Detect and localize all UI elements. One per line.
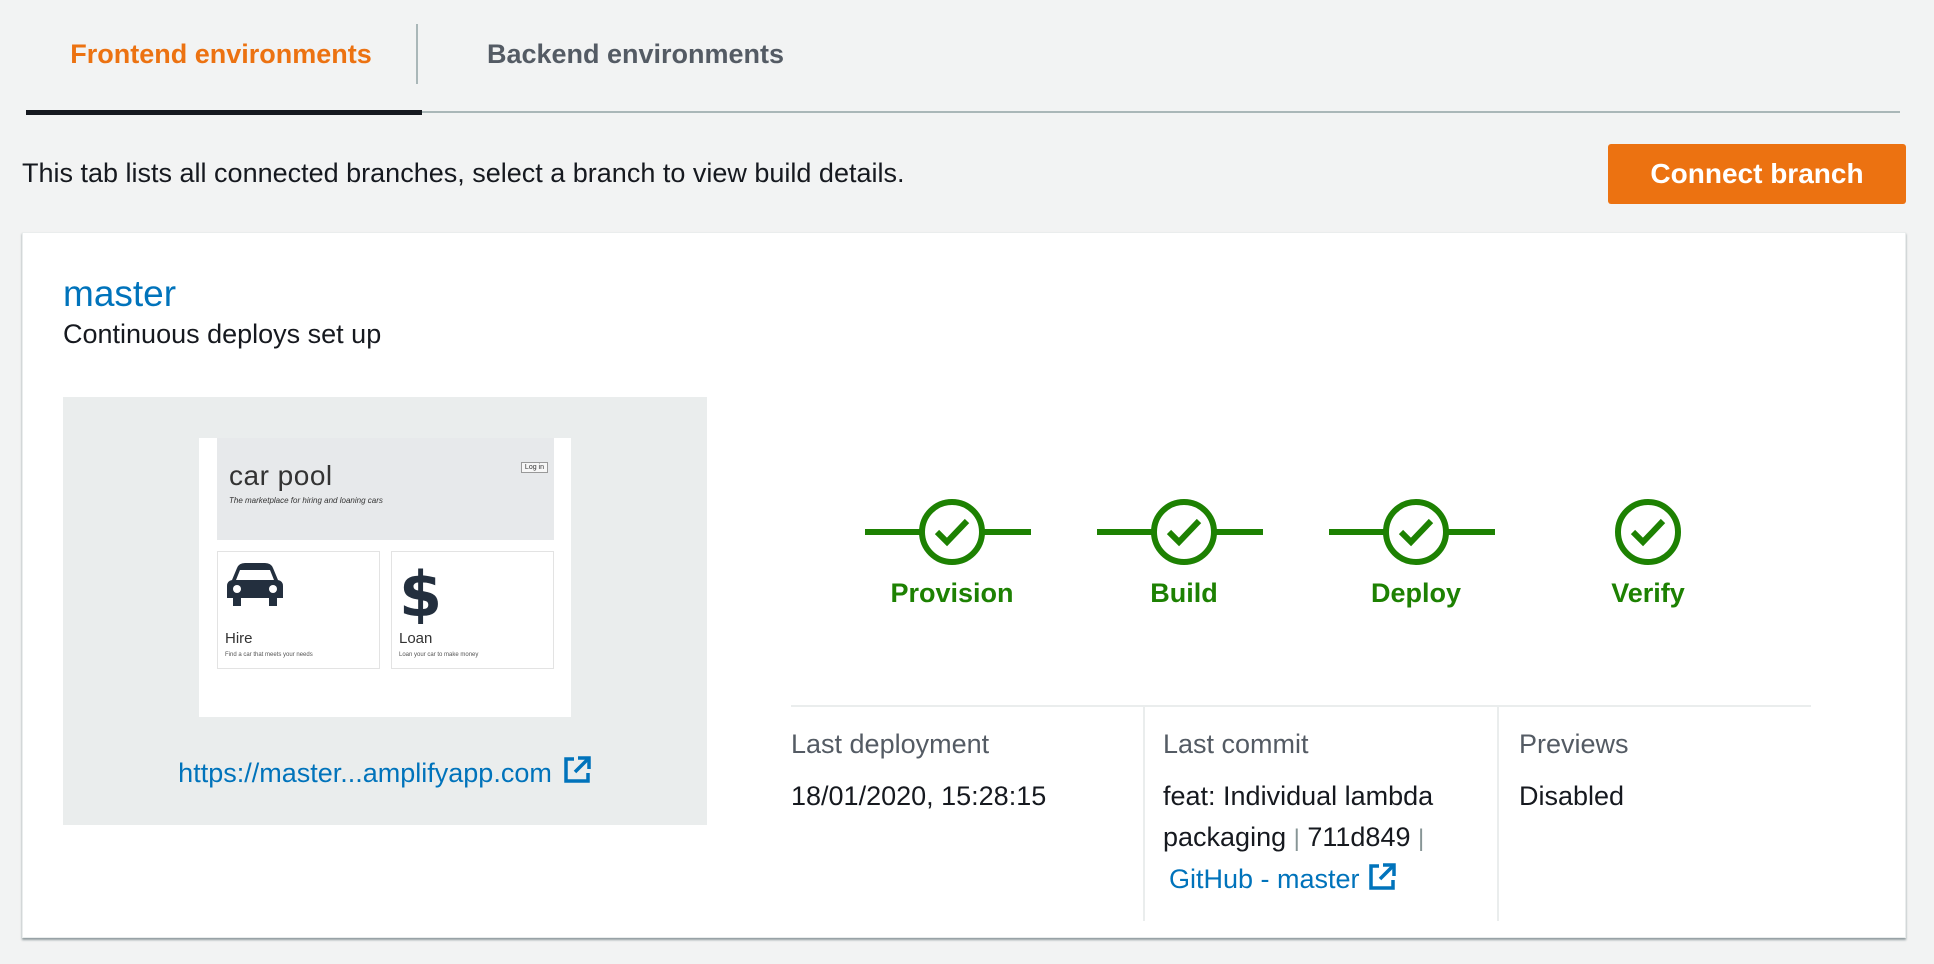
tab-frontend-environments[interactable]: Frontend environments bbox=[26, 0, 422, 115]
last-deployment-label: Last deployment bbox=[791, 729, 990, 759]
external-link-icon[interactable] bbox=[1367, 862, 1397, 904]
stage-build-label[interactable]: Build bbox=[1084, 578, 1284, 609]
commit-hash: 711d849 bbox=[1307, 822, 1411, 852]
previews-column: Previews Disabled bbox=[1497, 707, 1811, 921]
check-icon bbox=[1166, 518, 1202, 547]
stage-provision-status bbox=[919, 499, 985, 565]
branch-url-link[interactable]: https://master...amplifyapp.com bbox=[63, 755, 707, 792]
app-screenshot-thumbnail[interactable]: car pool The marketplace for hiring and … bbox=[199, 438, 571, 717]
last-deployment-column: Last deployment 18/01/2020, 15:28:15 bbox=[791, 707, 1143, 921]
external-link-icon[interactable] bbox=[562, 755, 592, 792]
check-icon bbox=[934, 518, 970, 547]
separator: | bbox=[1418, 825, 1425, 852]
thumbnail-hero: car pool The marketplace for hiring and … bbox=[217, 438, 554, 540]
last-commit-label: Last commit bbox=[1163, 729, 1309, 759]
last-commit-value: feat: Individual lambda packaging | 711d… bbox=[1163, 776, 1497, 904]
car-icon bbox=[225, 562, 285, 613]
dollar-icon: $ bbox=[399, 558, 442, 631]
thumbnail-card-desc: Loan your car to make money bbox=[399, 652, 479, 658]
connect-branch-button[interactable]: Connect branch bbox=[1608, 144, 1906, 204]
tab-backend-environments[interactable]: Backend environments bbox=[418, 0, 853, 113]
repo-link-text[interactable]: GitHub - master bbox=[1169, 864, 1360, 894]
branch-card: master Continuous deploys set up car poo… bbox=[22, 232, 1906, 938]
previews-label: Previews bbox=[1519, 729, 1629, 759]
stage-verify-label[interactable]: Verify bbox=[1548, 578, 1748, 609]
repo-link[interactable]: GitHub - master bbox=[1163, 863, 1397, 894]
previews-value: Disabled bbox=[1519, 781, 1625, 811]
branch-url-text[interactable]: https://master...amplifyapp.com bbox=[178, 758, 552, 789]
thumbnail-card-loan: $ Loan Loan your car to make money bbox=[391, 551, 554, 669]
last-commit-column: Last commit feat: Individual lambda pack… bbox=[1143, 707, 1497, 921]
environment-tabs: Frontend environments Backend environmen… bbox=[26, 0, 1900, 115]
branch-name-link[interactable]: master bbox=[63, 273, 176, 315]
thumbnail-card-desc: Find a car that meets your needs bbox=[225, 652, 313, 658]
branch-subtitle: Continuous deploys set up bbox=[63, 319, 382, 349]
stage-deploy-label[interactable]: Deploy bbox=[1316, 578, 1516, 609]
stage-build-status bbox=[1151, 499, 1217, 565]
stage-deploy-status bbox=[1383, 499, 1449, 565]
preview-panel: car pool The marketplace for hiring and … bbox=[63, 397, 707, 825]
thumbnail-app-tagline: The marketplace for hiring and loaning c… bbox=[229, 496, 383, 505]
thumbnail-card-label: Loan bbox=[399, 630, 433, 647]
check-icon bbox=[1398, 518, 1434, 547]
check-icon bbox=[1630, 518, 1666, 547]
svg-text:$: $ bbox=[399, 562, 439, 624]
stage-provision-label[interactable]: Provision bbox=[852, 578, 1052, 609]
last-deployment-value: 18/01/2020, 15:28:15 bbox=[791, 781, 1047, 811]
thumbnail-card-label: Hire bbox=[225, 630, 253, 647]
tab-description: This tab lists all connected branches, s… bbox=[22, 158, 905, 188]
stage-verify-status bbox=[1615, 499, 1681, 565]
thumbnail-card-hire: Hire Find a car that meets your needs bbox=[217, 551, 380, 669]
separator: | bbox=[1293, 825, 1300, 852]
thumbnail-login-button: Log in bbox=[520, 462, 548, 473]
thumbnail-app-title: car pool bbox=[229, 460, 333, 491]
